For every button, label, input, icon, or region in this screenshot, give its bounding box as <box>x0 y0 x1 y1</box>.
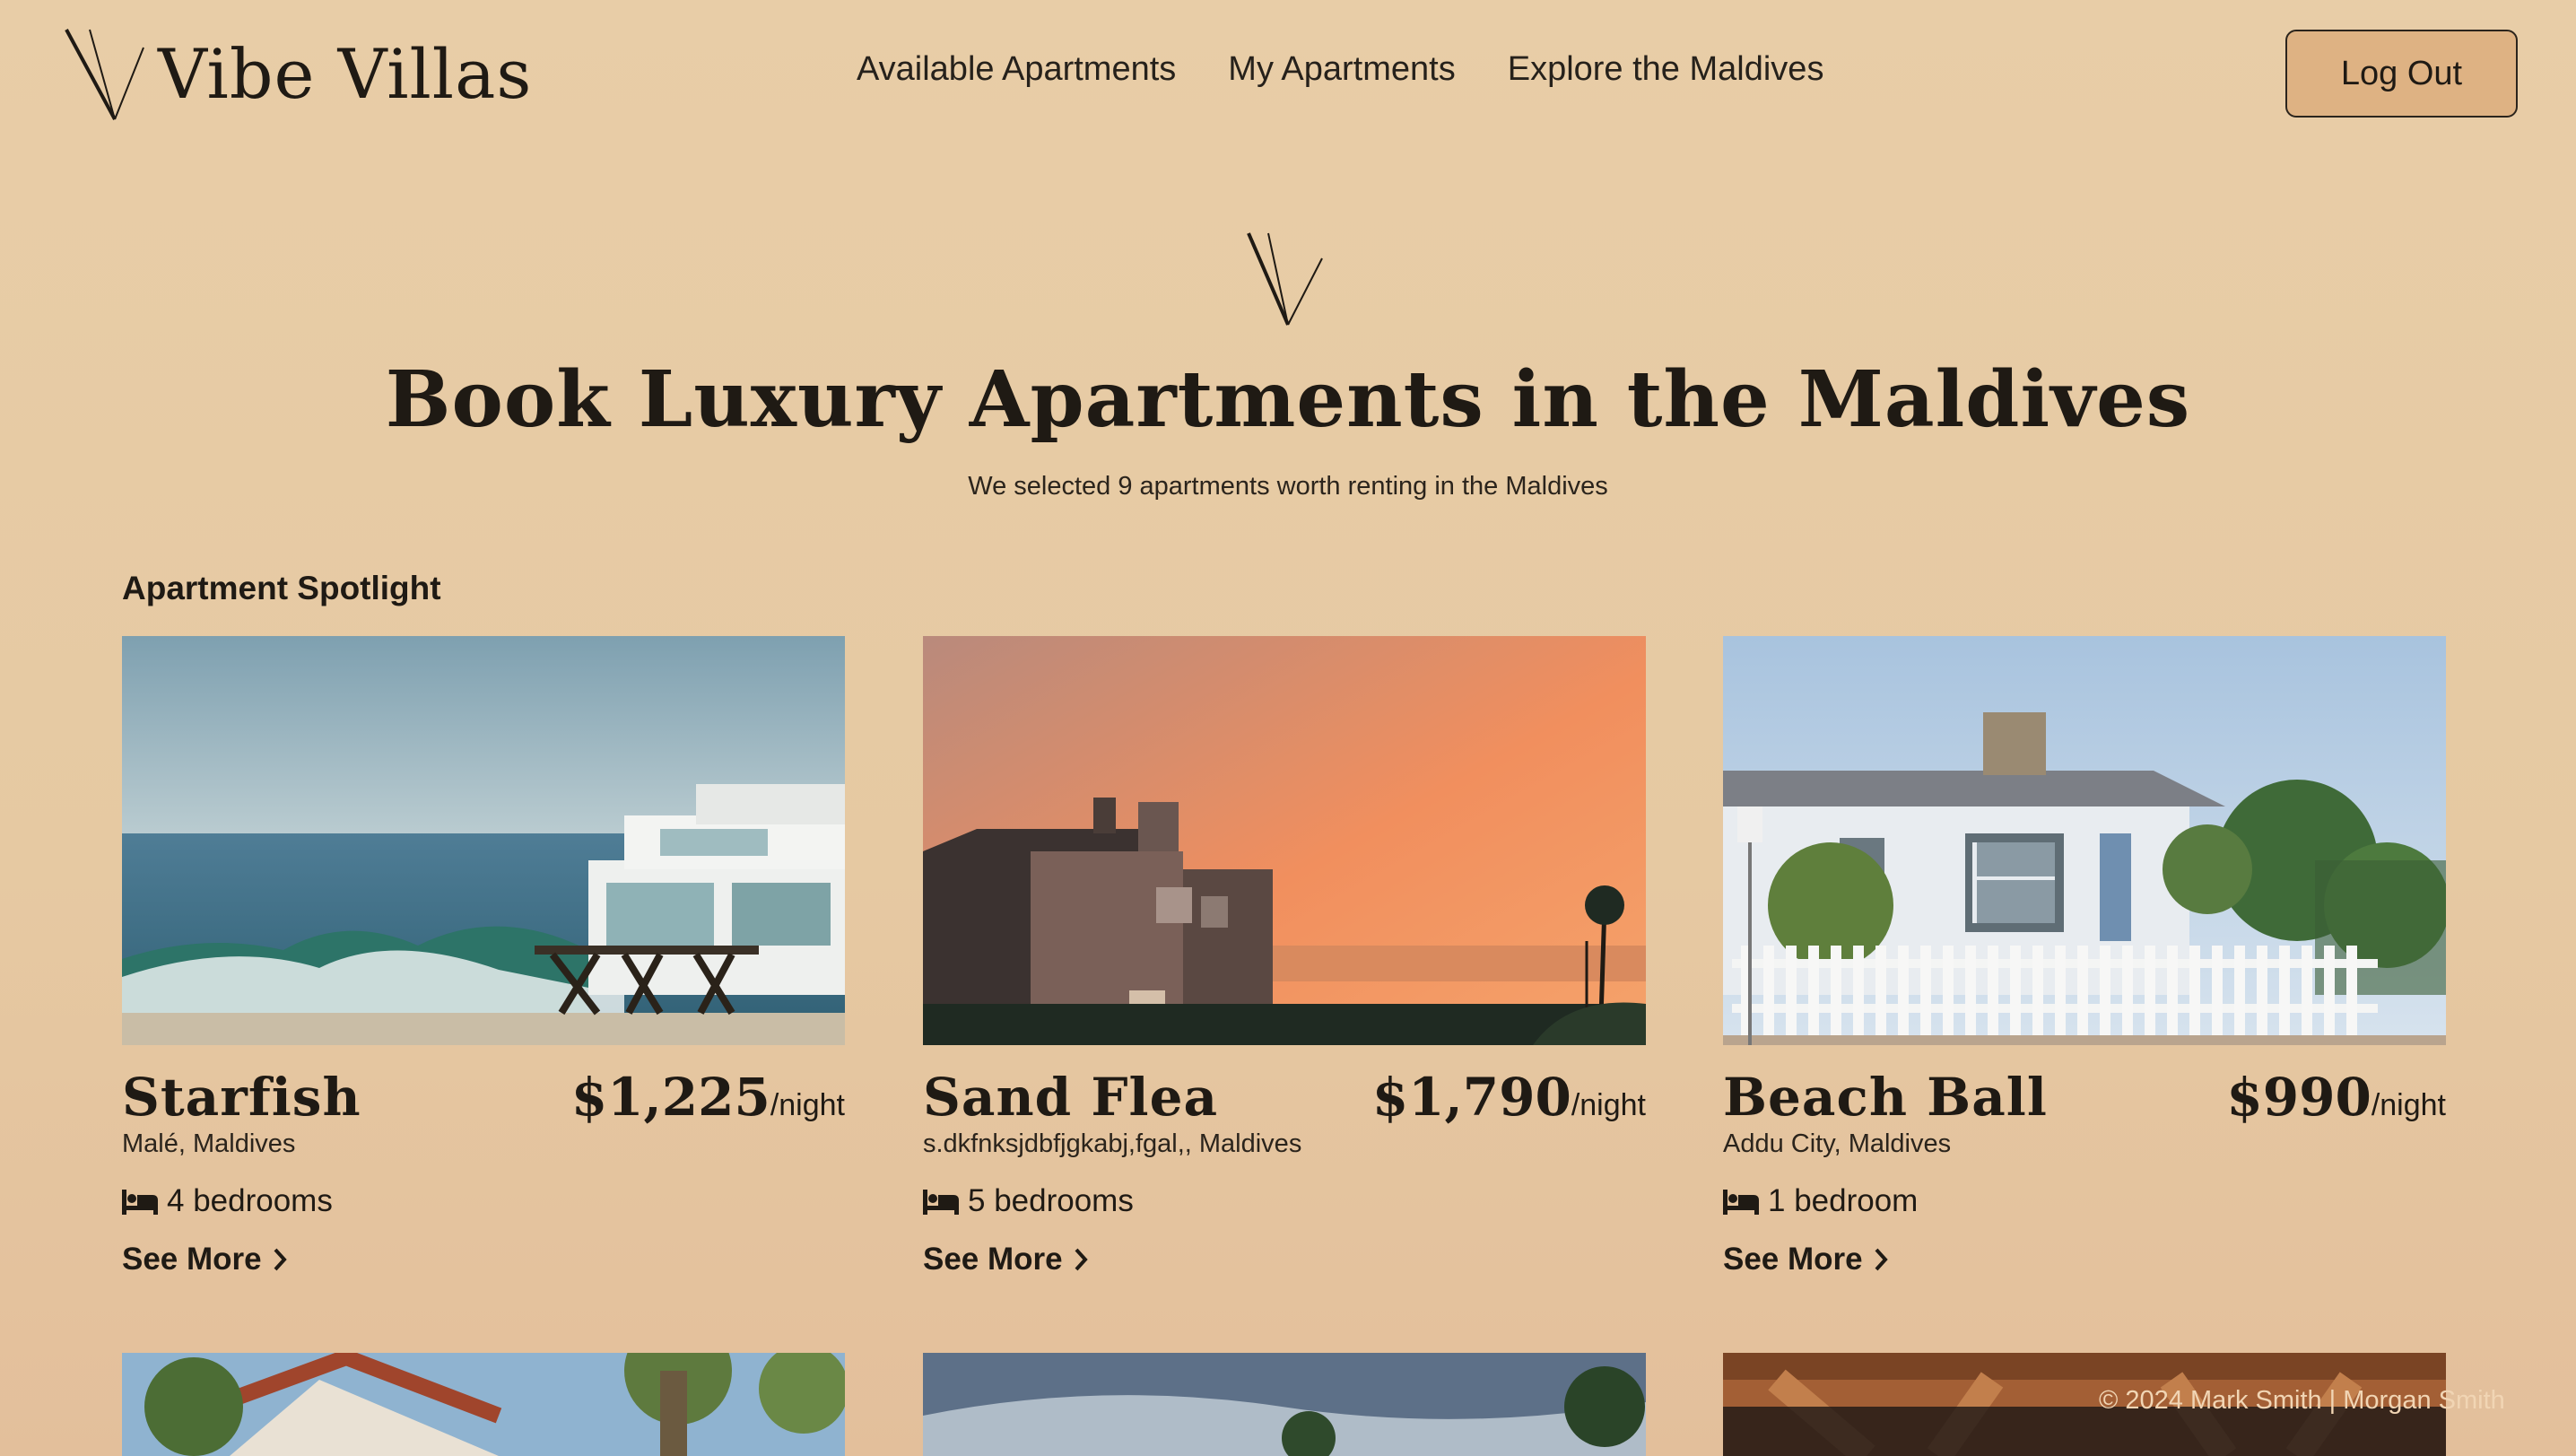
apartment-photo[interactable] <box>122 636 845 1045</box>
bed-icon <box>122 1190 158 1215</box>
chevron-right-icon <box>1875 1248 1888 1271</box>
main-nav: Available Apartments My Apartments Explo… <box>857 50 1823 89</box>
bed-icon <box>923 1190 959 1215</box>
bedrooms-label: 1 bedroom <box>1768 1183 1919 1218</box>
apartment-bedrooms: 5 bedrooms <box>923 1183 1134 1219</box>
see-more-label: See More <box>122 1242 262 1277</box>
apartment-bedrooms: 1 bedroom <box>1723 1183 1918 1219</box>
price-unit: /night <box>2371 1088 2446 1122</box>
nav-my-apartments[interactable]: My Apartments <box>1228 50 1455 89</box>
vv-logo-icon <box>1247 232 1323 326</box>
page-title: Book Luxury Apartments in the Maldives <box>385 354 2191 445</box>
apartment-photo[interactable] <box>122 1353 845 1456</box>
price-unit: /night <box>1571 1088 1646 1122</box>
bedrooms-label: 5 bedrooms <box>968 1183 1134 1218</box>
apartment-photo[interactable] <box>923 636 1646 1045</box>
apartment-price: $990 /night <box>2226 1067 2446 1128</box>
nav-available-apartments[interactable]: Available Apartments <box>857 50 1176 89</box>
page-subtitle: We selected 9 apartments worth renting i… <box>968 472 1608 501</box>
nav-explore-maldives[interactable]: Explore the Maldives <box>1508 50 1824 89</box>
apartment-price: $1,225 /night <box>571 1067 845 1128</box>
brand-name: Vibe Villas <box>158 34 533 114</box>
price-value: $1,790 <box>1371 1067 1571 1128</box>
apartment-price: $1,790 /night <box>1372 1067 1646 1128</box>
section-title: Apartment Spotlight <box>122 570 441 606</box>
apartment-location: Malé, Maldives <box>122 1129 296 1158</box>
see-more-label: See More <box>1723 1242 1863 1277</box>
logout-button[interactable]: Log Out <box>2285 30 2518 118</box>
apartment-location: s.dkfnksjdbfjgkabj,fgal,, Maldives <box>923 1129 1302 1158</box>
vv-logo-icon <box>65 29 144 120</box>
apartment-card: Beach Ball $990 /night Addu City, Maldiv… <box>1723 636 2446 1282</box>
site-header: Vibe Villas Available Apartments My Apar… <box>0 0 2576 148</box>
apartment-location: Addu City, Maldives <box>1723 1129 1952 1158</box>
apartment-name: Starfish <box>122 1067 361 1128</box>
apartment-name: Sand Flea <box>923 1067 1219 1128</box>
see-more-link[interactable]: See More <box>1723 1242 1890 1277</box>
apartment-photo[interactable] <box>1723 636 2446 1045</box>
apartment-photo[interactable] <box>923 1353 1646 1456</box>
see-more-label: See More <box>923 1242 1063 1277</box>
chevron-right-icon <box>274 1248 287 1271</box>
apartment-card: Sand Flea $1,790 /night s.dkfnksjdbfjgka… <box>923 636 1646 1282</box>
see-more-link[interactable]: See More <box>122 1242 289 1277</box>
apartment-name: Beach Ball <box>1723 1067 2048 1128</box>
apartment-card: Starfish $1,225 /night Malé, Maldives 4 … <box>122 636 845 1282</box>
chevron-right-icon <box>1075 1248 1088 1271</box>
price-value: $990 <box>2226 1067 2371 1128</box>
price-value: $1,225 <box>570 1067 770 1128</box>
apartment-bedrooms: 4 bedrooms <box>122 1183 333 1219</box>
bed-icon <box>1723 1190 1759 1215</box>
brand-logo[interactable]: Vibe Villas <box>63 25 532 124</box>
see-more-link[interactable]: See More <box>923 1242 1090 1277</box>
price-unit: /night <box>770 1088 845 1122</box>
bedrooms-label: 4 bedrooms <box>167 1183 333 1218</box>
footer-copyright: © 2024 Mark Smith | Morgan Smith <box>2099 1386 2505 1415</box>
